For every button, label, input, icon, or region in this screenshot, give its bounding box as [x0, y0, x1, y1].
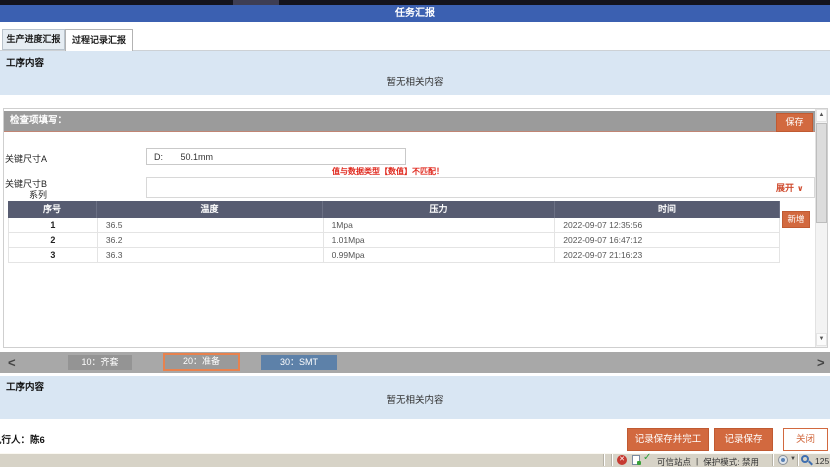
tab-production-progress[interactable]: 生产进度汇报	[2, 29, 65, 50]
statusbar-divider	[611, 454, 613, 466]
step-button-10[interactable]: 10：齐套	[68, 355, 132, 370]
key-dimension-a-label: 关键尺寸A	[0, 152, 47, 165]
table-header-temperature: 温度	[97, 201, 323, 218]
chevron-down-icon[interactable]: ▼	[790, 456, 796, 462]
add-row-button[interactable]: 新增	[782, 211, 810, 228]
dialog-title-bar: 任务汇报	[0, 5, 830, 22]
task-report-window: 任务汇报 生产进度汇报 过程记录汇报 工序内容 暂无相关内容 检查项填写： 保存…	[0, 0, 830, 467]
series-label: 系列	[0, 188, 47, 201]
table-row: 1 36.5 1Mpa 2022-09-07 12:35:56	[8, 218, 780, 233]
table-cell-pressure: 1.01Mpa	[324, 233, 556, 248]
table-cell-pressure: 0.99Mpa	[324, 248, 556, 263]
table-cell-time: 2022-09-07 21:16:23	[555, 248, 780, 263]
compass-inner-icon	[781, 458, 785, 462]
table-cell-temperature: 36.2	[98, 233, 324, 248]
step-button-30[interactable]: 30：SMT	[261, 355, 337, 370]
table-header-time: 时间	[555, 201, 780, 218]
table-cell-temperature: 36.5	[98, 218, 324, 233]
step-button-20-selected[interactable]: 20：准备	[163, 353, 240, 371]
table-header-row: 序号 温度 压力 时间	[8, 201, 780, 218]
table-header-serial: 序号	[8, 201, 97, 218]
key-dimension-a-input[interactable]	[146, 148, 406, 165]
process-content-panel-top	[0, 51, 830, 95]
security-zone-status: 可信站点 | 保护模式: 禁用	[657, 456, 759, 467]
table-cell-serial: 2	[9, 233, 98, 248]
inspection-header-bar: 检查项填写：	[4, 111, 815, 132]
table-cell-time: 2022-09-07 16:47:12	[555, 233, 780, 248]
zoom-level-text[interactable]: 125%	[815, 456, 829, 466]
next-arrow-icon[interactable]: >	[817, 354, 825, 371]
process-content-empty-bottom: 暂无相关内容	[0, 392, 830, 406]
dialog-title: 任务汇报	[0, 5, 830, 22]
expand-link[interactable]: 展开∨	[776, 181, 804, 194]
trusted-sites-label: 可信站点	[657, 456, 691, 467]
process-content-title-top: 工序内容	[6, 55, 44, 69]
table-row: 2 36.2 1.01Mpa 2022-09-07 16:47:12	[8, 233, 780, 248]
table-row: 3 36.3 0.99Mpa 2022-09-07 21:16:23	[8, 248, 780, 263]
series-collapsed-field[interactable]	[146, 177, 815, 198]
validation-error-text: 值与数据类型【数值】不匹配！	[332, 166, 444, 177]
scrollbar-down-icon[interactable]: ▼	[816, 333, 827, 346]
save-and-complete-button[interactable]: 记录保存并完工	[627, 428, 709, 451]
expand-label: 展开	[776, 183, 794, 193]
process-content-title-bottom: 工序内容	[6, 379, 44, 393]
table-cell-serial: 1	[9, 218, 98, 233]
close-button[interactable]: 关闭	[783, 428, 828, 451]
table-cell-temperature: 36.3	[98, 248, 324, 263]
inspection-title: 检查项填写：	[10, 111, 815, 131]
table-cell-serial: 3	[9, 248, 98, 263]
addon-dot-icon	[637, 461, 641, 465]
protected-mode-label: 保护模式: 禁用	[703, 456, 759, 467]
tab-process-record[interactable]: 过程记录汇报	[65, 29, 133, 51]
table-header-pressure: 压力	[323, 201, 555, 218]
prev-arrow-icon[interactable]: <	[8, 354, 16, 371]
chevron-down-icon: ∨	[794, 184, 804, 193]
save-button[interactable]: 保存	[776, 113, 813, 132]
table-cell-time: 2022-09-07 12:35:56	[555, 218, 780, 233]
error-icon: ✕	[617, 455, 627, 465]
table-cell-pressure: 1Mpa	[324, 218, 556, 233]
process-content-empty-top: 暂无相关内容	[0, 74, 830, 88]
scrollbar-up-icon[interactable]: ▲	[816, 109, 827, 122]
statusbar-divider	[772, 454, 774, 466]
compass-icon[interactable]	[778, 455, 788, 465]
statusbar-divider	[603, 454, 605, 466]
record-save-button[interactable]: 记录保存	[714, 428, 773, 451]
scrollbar-thumb[interactable]	[816, 123, 827, 223]
panel-scrollbar[interactable]: ▲ ▼	[815, 109, 827, 347]
executor-label: 执行人：陈6	[0, 432, 72, 446]
statusbar-divider	[797, 454, 799, 466]
check-icon: ✓	[643, 452, 651, 463]
status-divider: |	[696, 456, 698, 467]
addon-icon	[632, 455, 640, 465]
